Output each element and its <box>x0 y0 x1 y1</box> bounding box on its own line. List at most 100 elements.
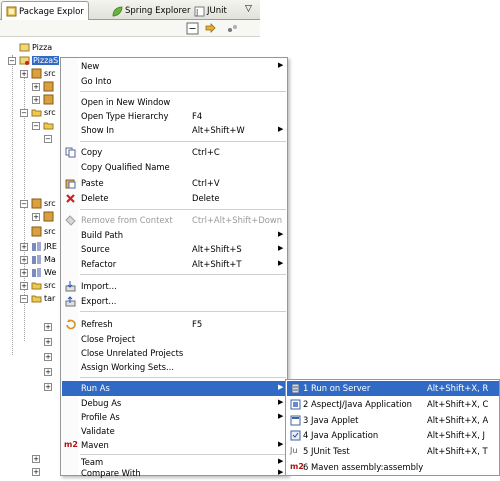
remove-context-icon <box>65 215 76 226</box>
submenu-item-shortcut: Alt+Shift+X, A <box>427 415 489 425</box>
expand-toggle-icon[interactable]: + <box>32 95 40 104</box>
tree-item[interactable]: + <box>44 365 55 378</box>
tree-item[interactable]: + <box>32 465 43 478</box>
tab-spring-explorer[interactable]: Spring Explorer <box>108 2 195 20</box>
menu-item-label: Close Project <box>81 334 136 344</box>
tree-item[interactable]: src <box>20 225 56 238</box>
menu-item-import[interactable]: Import... <box>62 279 287 294</box>
menu-item-compare-with[interactable]: Compare With ▶ <box>62 466 287 481</box>
submenu-item-run-on-server[interactable]: 1 Run on Server Alt+Shift+X, R <box>287 381 499 396</box>
submenu-item-label: 1 Run on Server <box>303 383 371 393</box>
submenu-item-java-application[interactable]: 4 Java Application Alt+Shift+X, J <box>287 428 499 443</box>
menu-item-paste[interactable]: Paste Ctrl+V <box>62 176 287 191</box>
expand-toggle-icon[interactable]: + <box>32 82 40 91</box>
view-menu-icon[interactable] <box>226 22 239 35</box>
expand-toggle-icon[interactable]: + <box>20 268 28 277</box>
menu-item-copy[interactable]: Copy Ctrl+C <box>62 145 287 160</box>
tree-item[interactable]: + src <box>20 67 56 80</box>
submenu-item-aspectj-java-application[interactable]: 2 AspectJ/Java Application Alt+Shift+X, … <box>287 397 499 412</box>
tab-package-explorer[interactable]: Package Explor <box>1 1 89 21</box>
menu-item-remove-from-context[interactable]: Remove from Context Ctrl+Alt+Shift+Down <box>62 213 287 228</box>
menu-item-profile-as[interactable]: Profile As ▶ <box>62 410 287 425</box>
collapse-toggle-icon[interactable]: − <box>8 56 16 65</box>
tree-item-project[interactable]: − PizzaS <box>8 54 60 67</box>
menu-item-shortcut: Ctrl+V <box>192 178 220 188</box>
library-icon <box>32 268 41 277</box>
submenu-item-java-applet[interactable]: 3 Java Applet Alt+Shift+X, A <box>287 413 499 428</box>
tree-item[interactable]: − <box>32 119 56 132</box>
tree-item[interactable]: − src <box>20 106 56 119</box>
submenu-item-junit-test[interactable]: Ju 5 JUnit Test Alt+Shift+X, T <box>287 444 499 459</box>
menu-item-show-in[interactable]: Show In Alt+Shift+W ▶ <box>62 123 287 138</box>
menu-item-go-into[interactable]: Go Into <box>62 74 287 89</box>
menu-item-label: Copy <box>81 147 103 157</box>
menu-item-run-as[interactable]: Run As ▶ <box>62 381 287 396</box>
menu-item-shortcut: Delete <box>192 193 220 203</box>
expand-toggle-icon[interactable]: + <box>20 242 28 251</box>
menu-item-close-unrelated-projects[interactable]: Close Unrelated Projects <box>62 346 287 361</box>
menu-item-open-type-hierarchy[interactable]: Open Type Hierarchy F4 <box>62 109 287 124</box>
collapse-all-icon[interactable] <box>186 22 199 35</box>
menu-item-refresh[interactable]: Refresh F5 <box>62 317 287 332</box>
tree-item[interactable]: + <box>44 320 55 333</box>
menu-item-validate[interactable]: Validate <box>62 424 287 439</box>
expand-toggle-icon[interactable]: + <box>32 212 40 221</box>
submenu-item-shortcut: Alt+Shift+X, R <box>427 383 489 393</box>
menu-item-label: Open Type Hierarchy <box>81 111 169 121</box>
expand-toggle-icon[interactable]: + <box>44 382 52 391</box>
tree-item[interactable]: − src <box>20 197 56 210</box>
menu-item-shortcut: F4 <box>192 111 203 121</box>
tree-item[interactable]: + JRE <box>20 240 57 253</box>
tree-item[interactable]: + We <box>20 266 56 279</box>
menu-item-delete[interactable]: Delete Delete <box>62 191 287 206</box>
expand-toggle-icon[interactable]: + <box>20 255 28 264</box>
menu-item-open-in-new-window[interactable]: Open in New Window <box>62 95 287 110</box>
tree-item[interactable]: − <box>44 132 55 145</box>
menu-item-export[interactable]: Export... <box>62 294 287 309</box>
menu-item-label: Copy Qualified Name <box>81 162 170 172</box>
submenu-item-maven-assembly[interactable]: m2 6 Maven assembly:assembly <box>287 460 499 475</box>
tree-item-label: PizzaS <box>32 56 60 65</box>
tab-label: JUnit <box>207 6 227 16</box>
tree-item[interactable]: + <box>32 93 56 106</box>
menu-item-assign-working-sets[interactable]: Assign Working Sets... <box>62 360 287 375</box>
collapse-toggle-icon[interactable]: − <box>20 108 28 117</box>
collapse-toggle-icon[interactable]: − <box>20 199 28 208</box>
tree-item[interactable]: + <box>44 335 55 348</box>
link-with-editor-icon[interactable] <box>204 22 217 35</box>
package-icon <box>43 81 54 92</box>
expand-toggle-icon[interactable]: + <box>32 467 40 476</box>
tree-item[interactable]: + <box>44 350 55 363</box>
collapse-toggle-icon[interactable]: − <box>44 134 52 143</box>
menu-item-source[interactable]: Source Alt+Shift+S ▶ <box>62 242 287 257</box>
menu-item-build-path[interactable]: Build Path ▶ <box>62 228 287 243</box>
tree-item[interactable]: + <box>32 80 56 93</box>
expand-toggle-icon[interactable]: + <box>44 322 52 331</box>
expand-toggle-icon[interactable]: + <box>44 337 52 346</box>
collapse-toggle-icon[interactable]: − <box>20 294 28 303</box>
menu-item-refactor[interactable]: Refactor Alt+Shift+T ▶ <box>62 257 287 272</box>
expand-toggle-icon[interactable]: + <box>20 69 28 78</box>
tree-item[interactable]: + <box>32 210 56 223</box>
tree-item-label: src <box>44 69 56 78</box>
tree-item[interactable]: + <box>44 380 55 393</box>
tree-item[interactable]: + <box>32 452 43 465</box>
tree-item-project[interactable]: Pizza <box>8 41 52 54</box>
expand-toggle-icon[interactable]: + <box>44 352 52 361</box>
menu-item-close-project[interactable]: Close Project <box>62 332 287 347</box>
expand-toggle-icon[interactable]: + <box>20 281 28 290</box>
tree-item-label: Pizza <box>32 43 53 52</box>
collapse-toggle-icon[interactable]: − <box>32 121 40 130</box>
menu-item-copy-qualified-name[interactable]: Copy Qualified Name <box>62 160 287 175</box>
package-explorer-icon <box>6 6 17 17</box>
expand-toggle-icon[interactable]: + <box>44 367 52 376</box>
menu-item-new[interactable]: New ▶ <box>62 59 287 74</box>
tab-junit[interactable]: J JUnit <box>190 2 231 20</box>
expand-toggle-icon[interactable]: + <box>32 454 40 463</box>
view-menu-chevron-icon[interactable]: ▽ <box>245 4 252 14</box>
menu-item-maven[interactable]: m2 Maven ▶ <box>62 438 287 453</box>
tree-item[interactable]: − tar <box>20 292 55 305</box>
tree-item[interactable]: + src <box>20 279 56 292</box>
tree-item[interactable]: + Ma <box>20 253 56 266</box>
menu-item-debug-as[interactable]: Debug As ▶ <box>62 396 287 411</box>
